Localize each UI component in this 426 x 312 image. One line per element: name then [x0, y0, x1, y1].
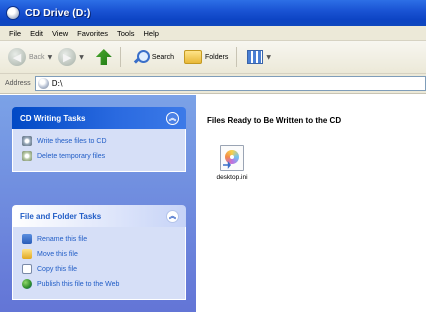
folders-icon [184, 50, 202, 64]
task-delete-temp[interactable]: Delete temporary files [22, 150, 185, 162]
up-button[interactable] [90, 45, 112, 69]
views-dropdown-icon[interactable]: ▼ [266, 54, 271, 61]
collapse-chevron-icon[interactable]: ︽ [166, 209, 179, 223]
address-value[interactable]: D:\ [52, 79, 63, 88]
views-button[interactable]: ▼ [237, 45, 277, 69]
forward-dropdown-icon[interactable]: ▼ [79, 54, 84, 61]
task-publish-web[interactable]: Publish this file to the Web [22, 278, 185, 290]
file-folder-tasks-header[interactable]: File and Folder Tasks ︽ [12, 205, 186, 227]
rename-icon [22, 234, 32, 244]
publish-web-icon [22, 279, 32, 289]
move-icon [22, 249, 32, 259]
menu-tools[interactable]: Tools [117, 29, 135, 38]
group-heading: Files Ready to Be Written to the CD [207, 116, 342, 125]
file-folder-tasks-body: Rename this file Move this file Copy thi… [12, 227, 186, 300]
cd-drive-icon [6, 6, 20, 20]
menu-help[interactable]: Help [144, 29, 159, 38]
menu-edit[interactable]: Edit [30, 29, 43, 38]
panel-title: CD Writing Tasks [20, 113, 86, 123]
address-label: Address [5, 80, 31, 87]
search-icon [133, 49, 150, 65]
file-name: desktop.ini [216, 174, 248, 181]
task-label[interactable]: Write these files to CD [37, 138, 107, 145]
file-item[interactable]: desktop.ini [212, 145, 252, 181]
search-button[interactable]: Search [121, 45, 174, 69]
folders-button[interactable]: Folders [174, 45, 228, 69]
menu-favorites[interactable]: Favorites [77, 29, 108, 38]
menu-bar: File Edit View Favorites Tools Help [0, 26, 426, 41]
back-button[interactable]: ◀ Back ▼ [0, 45, 58, 69]
cd-writing-tasks-header[interactable]: CD Writing Tasks ︽ [12, 107, 186, 129]
address-field[interactable]: D:\ [34, 76, 426, 91]
task-label[interactable]: Move this file [37, 251, 78, 258]
file-view: Files Ready to Be Written to the CD desk… [196, 95, 426, 312]
task-label[interactable]: Publish this file to the Web [37, 281, 119, 288]
up-folder-icon [95, 49, 112, 65]
folders-label: Folders [205, 53, 229, 61]
back-dropdown-icon[interactable]: ▼ [48, 54, 53, 61]
task-move[interactable]: Move this file [22, 248, 185, 260]
cd-drive-icon [37, 78, 49, 89]
toolbar: ◀ Back ▼ ▶ ▼ Search Folders ▼ [0, 41, 426, 74]
window-title: CD Drive (D:) [25, 7, 91, 19]
address-bar: Address D:\ [0, 74, 426, 94]
back-arrow-icon: ◀ [8, 48, 26, 66]
task-write-to-cd[interactable]: Write these files to CD [22, 135, 185, 147]
collapse-chevron-icon[interactable]: ︽ [166, 111, 179, 125]
panel-title: File and Folder Tasks [20, 211, 102, 221]
cd-writing-tasks-body: Write these files to CD Delete temporary… [12, 129, 186, 172]
delete-temp-icon [22, 151, 32, 161]
cd-write-icon [22, 136, 32, 146]
task-label[interactable]: Rename this file [37, 236, 87, 243]
search-label: Search [151, 53, 174, 61]
task-copy[interactable]: Copy this file [22, 263, 185, 275]
menu-view[interactable]: View [52, 29, 68, 38]
back-label: Back [29, 53, 45, 61]
title-bar: CD Drive (D:) [0, 0, 426, 26]
views-icon [247, 50, 264, 64]
task-label[interactable]: Delete temporary files [37, 153, 105, 160]
copy-icon [22, 264, 32, 274]
task-label[interactable]: Copy this file [37, 266, 77, 273]
file-folder-tasks-panel: File and Folder Tasks ︽ Rename this file… [12, 205, 186, 300]
task-pane: CD Writing Tasks ︽ Write these files to … [0, 95, 196, 312]
forward-button[interactable]: ▶ ▼ [58, 45, 90, 69]
task-rename[interactable]: Rename this file [22, 233, 185, 245]
cd-writing-tasks-panel: CD Writing Tasks ︽ Write these files to … [12, 107, 186, 172]
forward-arrow-icon: ▶ [58, 48, 77, 66]
pending-write-arrow-icon [223, 161, 231, 169]
menu-file[interactable]: File [9, 29, 21, 38]
settings-file-icon [220, 145, 244, 171]
